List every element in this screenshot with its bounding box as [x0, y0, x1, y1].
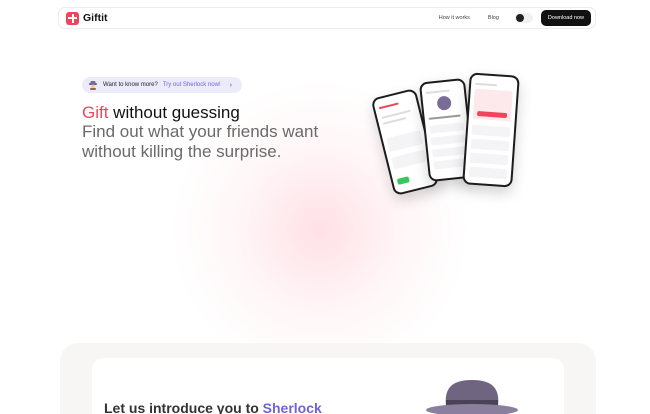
hero-title: Gift without guessing: [82, 103, 240, 123]
chevron-right-icon: ›: [229, 81, 232, 89]
theme-toggle-icon[interactable]: [514, 13, 533, 23]
logo[interactable]: Giftit: [66, 11, 108, 25]
logo-text: Giftit: [83, 12, 108, 24]
nav-link-how-it-works[interactable]: How it works: [439, 15, 470, 21]
top-navbar: Giftit How it works Blog Download now: [58, 7, 596, 29]
hero-title-accent: Gift: [82, 103, 109, 122]
app-screenshots: [370, 70, 550, 200]
hero-subtitle: Find out what your friends want without …: [82, 122, 319, 161]
giftit-logo-icon: [66, 11, 79, 25]
sherlock-promo-pill[interactable]: Want to know more? Try out Sherlock now!…: [82, 77, 242, 93]
nav-link-blog[interactable]: Blog: [488, 15, 499, 21]
intro-title-accent: Sherlock: [262, 400, 322, 414]
pill-link[interactable]: Try out Sherlock now!: [163, 82, 221, 88]
phone-screen: [464, 74, 518, 186]
phone-mockup-right: [462, 72, 520, 188]
sherlock-intro-title: Let us introduce you to Sherlock: [104, 400, 322, 414]
download-now-button[interactable]: Download now: [540, 10, 591, 26]
detective-hat-icon: [426, 380, 518, 414]
sherlock-avatar-icon: [88, 80, 98, 90]
pill-text: Want to know more?: [103, 82, 158, 88]
hero-title-rest: without guessing: [108, 103, 240, 122]
theme-toggle-knob: [515, 14, 524, 22]
intro-title-prefix: Let us introduce you to: [104, 400, 263, 414]
